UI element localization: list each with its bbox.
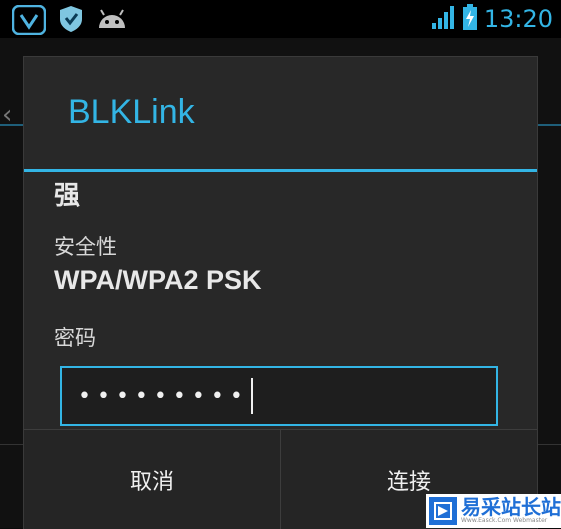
security-value: WPA/WPA2 PSK: [54, 265, 262, 295]
android-icon: [96, 8, 128, 34]
wifi-connect-dialog: BLKLink 强 安全性 WPA/WPA2 PSK 密码 ••••••••• …: [24, 57, 537, 529]
watermark-title: 易采站长站: [461, 495, 561, 519]
status-bar: 13:20: [0, 0, 561, 38]
shield-check-icon: [58, 5, 84, 37]
signal-strength-value: 强: [54, 181, 81, 211]
watermark: 易采站长站 Www.Easck.Com Webmaster: [426, 494, 561, 528]
shield-badge-icon: [11, 4, 47, 39]
watermark-subtitle: Www.Easck.Com Webmaster: [461, 517, 548, 524]
signal-icon: [430, 3, 456, 35]
watermark-logo-icon: [429, 497, 457, 525]
password-input[interactable]: •••••••••: [60, 366, 498, 426]
password-masked-text: •••••••••: [78, 383, 249, 409]
dialog-title: BLKLink: [68, 93, 195, 131]
password-label: 密码: [54, 326, 96, 350]
security-label: 安全性: [54, 235, 117, 259]
text-caret: [250, 378, 253, 414]
cancel-button[interactable]: 取消: [24, 430, 281, 529]
title-divider: [24, 169, 537, 172]
status-time: 13:20: [483, 5, 553, 33]
battery-charging-icon: [462, 3, 478, 35]
